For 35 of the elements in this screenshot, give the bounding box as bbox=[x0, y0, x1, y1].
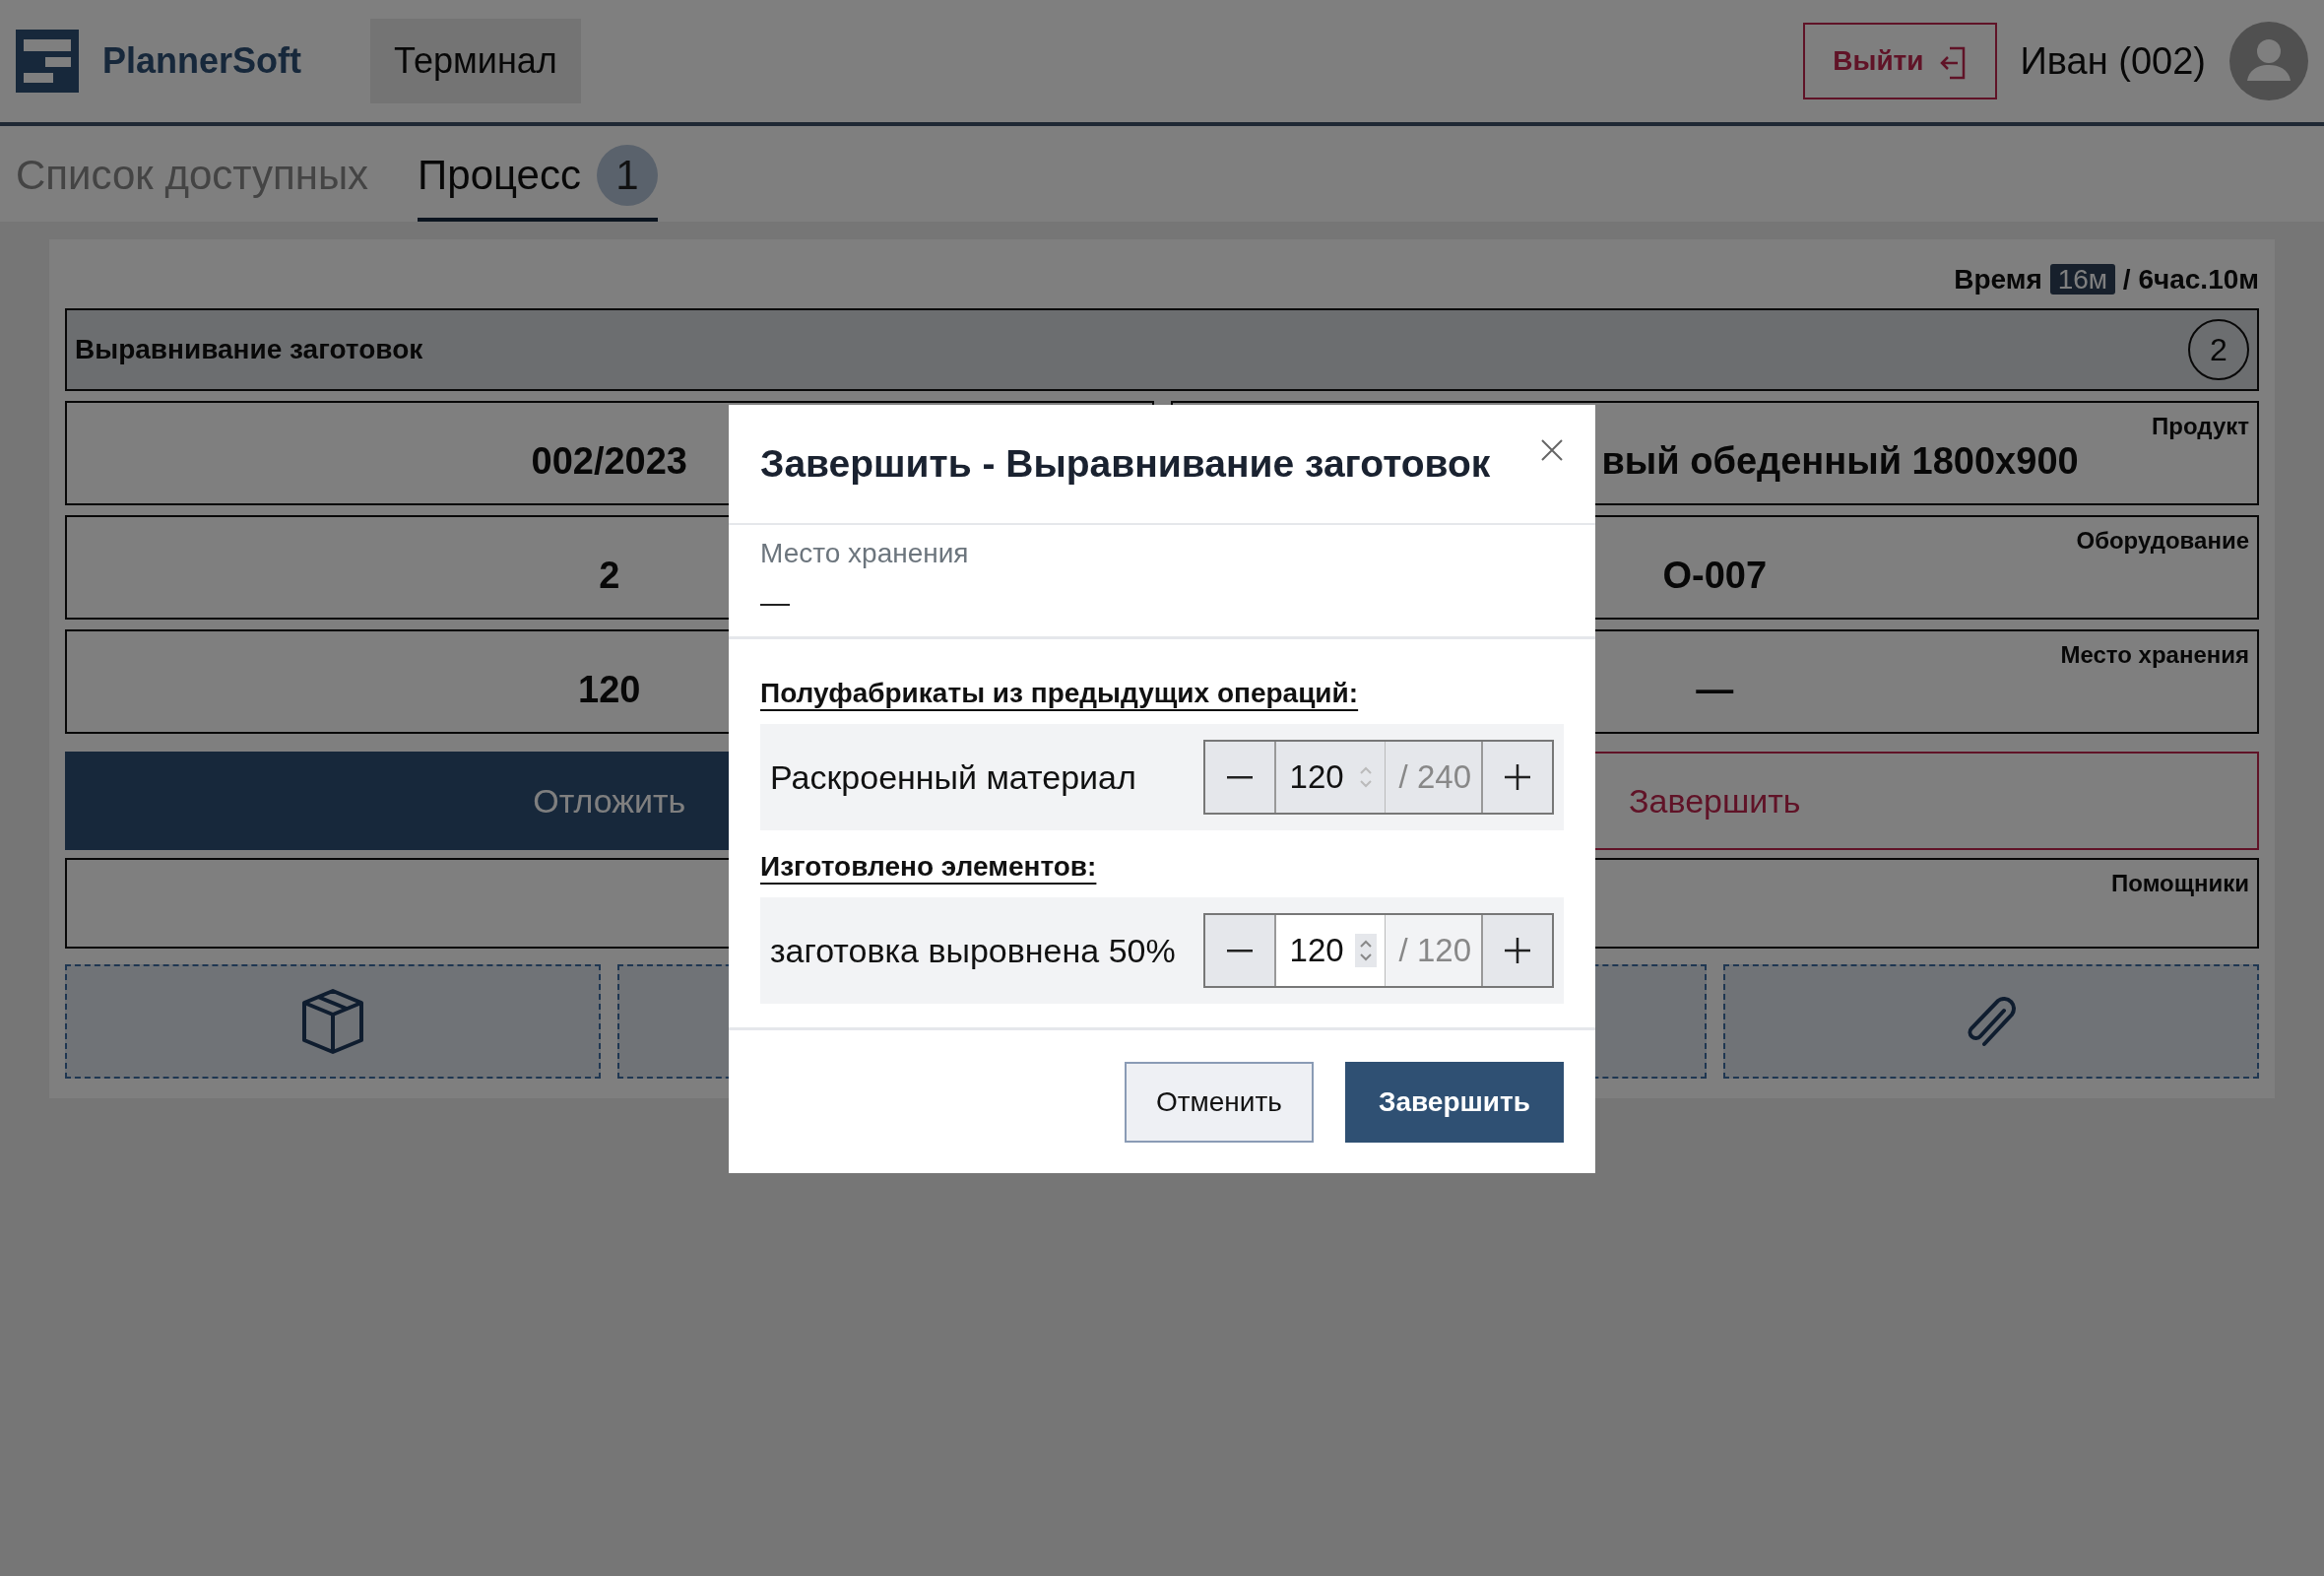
user-name: Иван (002) bbox=[2020, 38, 2206, 84]
cell-value: вый обеденный 1800x900 bbox=[1601, 439, 2079, 484]
brand-name: PlannerSoft bbox=[102, 39, 302, 83]
item-name: заготовка выровнена 50% bbox=[770, 930, 1176, 971]
field-label: Место хранения bbox=[760, 537, 970, 570]
cell-value: — bbox=[1696, 668, 1734, 712]
logout-icon bbox=[1939, 45, 1968, 80]
close-icon bbox=[1540, 438, 1564, 463]
tile-button[interactable] bbox=[65, 964, 602, 1079]
cell-value: 120 bbox=[578, 668, 641, 712]
item-name: Раскроенный материал bbox=[770, 756, 1136, 798]
close-button[interactable] bbox=[1540, 437, 1564, 463]
cell-value: 2 bbox=[599, 554, 620, 598]
field-value: — bbox=[760, 585, 791, 621]
cell-value: О-007 bbox=[1662, 554, 1768, 598]
cell-label: Оборудование bbox=[2076, 526, 2249, 556]
logo-icon bbox=[16, 30, 79, 93]
tile-button[interactable] bbox=[1722, 964, 2259, 1079]
time-text: Время 16м / 6час.10м bbox=[1953, 263, 2259, 296]
cell-label: Место хранения bbox=[2060, 640, 2249, 670]
confirm-button[interactable]: Завершить bbox=[1344, 1061, 1564, 1143]
modal-title: Завершить - Выравнивание заготовок bbox=[760, 440, 1491, 487]
cancel-button[interactable]: Отменить bbox=[1124, 1061, 1314, 1143]
cell-label: Помощники bbox=[2111, 869, 2249, 898]
count-badge: 2 bbox=[2188, 319, 2249, 380]
group-heading: Полуфабрикаты из предыдущих операций: bbox=[760, 677, 1359, 710]
box-icon bbox=[300, 987, 366, 1056]
group-heading: Изготовлено элементов: bbox=[760, 850, 1097, 884]
operation-title: Выравнивание заготовок bbox=[75, 333, 423, 366]
terminal-button[interactable]: Терминал bbox=[370, 19, 581, 103]
cell-label: Продукт bbox=[2152, 412, 2249, 441]
tab[interactable]: Процесс 1 bbox=[418, 136, 658, 222]
count-badge: 1 bbox=[596, 145, 658, 206]
cell-value: 002/2023 bbox=[531, 439, 687, 484]
avatar-icon[interactable] bbox=[2229, 22, 2308, 100]
